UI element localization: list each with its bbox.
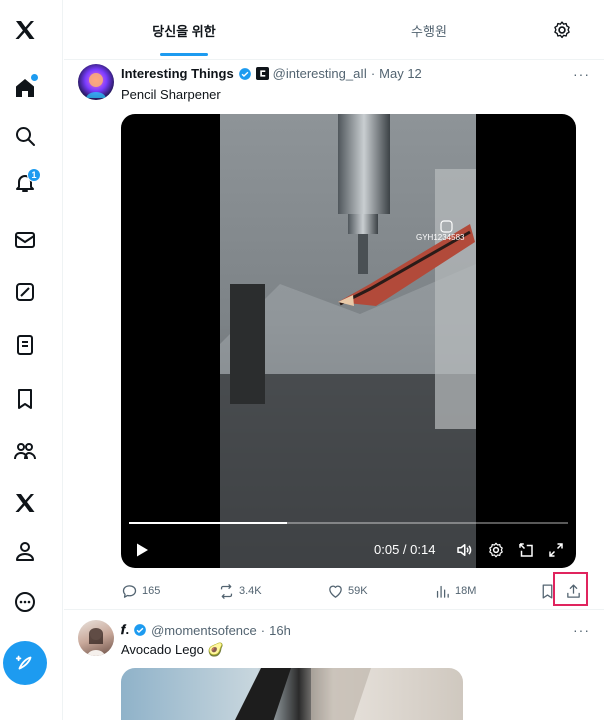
compose-icon xyxy=(15,655,32,670)
tweet-text: Pencil Sharpener xyxy=(121,87,221,102)
tab-for-you[interactable]: 당신을 위한 xyxy=(124,0,244,60)
handle[interactable]: @interesting_aIl xyxy=(273,66,367,81)
lists-icon[interactable] xyxy=(7,327,43,363)
tab-following[interactable]: 수행원 xyxy=(364,0,494,60)
views-button[interactable]: 18M xyxy=(434,578,476,604)
more-icon[interactable] xyxy=(7,584,43,620)
volume-icon[interactable] xyxy=(455,540,473,560)
compose-post-button[interactable] xyxy=(3,641,47,685)
active-tab-indicator xyxy=(160,53,208,56)
video-time: 0:05 / 0:14 xyxy=(374,542,436,557)
bookmarks-icon[interactable] xyxy=(7,381,43,417)
heart-icon xyxy=(329,585,342,598)
timeline-tabs: 당신을 위한 수행원 xyxy=(64,0,604,60)
verified-badge-icon xyxy=(238,67,251,80)
picture-in-picture-icon[interactable] xyxy=(517,540,535,560)
video-watermark: GYH1234583 xyxy=(416,233,465,242)
tweet-header: Interesting Things @interesting_aIl · Ma… xyxy=(121,66,588,81)
more-options-icon[interactable]: ··· xyxy=(573,66,590,82)
like-count: 59K xyxy=(348,585,368,597)
tweet-actions: 165 3.4K 59K 18M xyxy=(121,578,591,604)
repost-icon xyxy=(220,583,233,599)
tab-label: 당신을 위한 xyxy=(152,23,216,39)
reply-button[interactable]: 165 xyxy=(121,578,160,604)
repost-count: 3.4K xyxy=(239,585,262,597)
display-name[interactable]: 𝒇. xyxy=(121,622,129,638)
video-frame: GYH1234583 xyxy=(220,114,476,568)
timeline: 당신을 위한 수행원 Interesting Things @interesti… xyxy=(64,0,604,720)
tweet[interactable]: 𝒇. @momentsofence · 16h ··· Avocado Lego… xyxy=(64,610,604,720)
timestamp[interactable]: 16h xyxy=(269,623,291,638)
avatar[interactable] xyxy=(78,620,114,656)
video-player[interactable]: GYH1234583 0:05 / 0:14 xyxy=(121,114,576,568)
communities-icon[interactable] xyxy=(7,433,43,469)
avatar[interactable] xyxy=(78,64,114,100)
reply-count: 165 xyxy=(142,585,161,597)
display-name[interactable]: Interesting Things xyxy=(121,66,234,81)
reply-icon xyxy=(122,584,137,598)
share-highlight-box xyxy=(553,572,588,606)
verified-badge-icon xyxy=(134,624,146,636)
video-progress-fill xyxy=(129,522,288,524)
repost-button[interactable]: 3.4K xyxy=(218,578,262,604)
video-progress-bar[interactable] xyxy=(129,522,568,524)
handle[interactable]: @momentsofence xyxy=(151,623,257,638)
fullscreen-icon[interactable] xyxy=(547,540,565,560)
timestamp[interactable]: May 12 xyxy=(379,66,422,81)
separator: · xyxy=(260,622,266,638)
affiliate-badge-icon xyxy=(255,67,269,80)
home-unread-dot xyxy=(31,74,38,81)
grok-icon[interactable] xyxy=(7,274,43,310)
premium-icon[interactable] xyxy=(7,485,43,521)
settings-gear-icon[interactable] xyxy=(552,20,572,40)
media-preview[interactable] xyxy=(121,668,463,720)
tweet[interactable]: Interesting Things @interesting_aIl · Ma… xyxy=(64,60,604,610)
sidebar-nav: 1 xyxy=(0,0,63,720)
video-settings-icon[interactable] xyxy=(487,540,505,560)
tweet-text: Avocado Lego 🥑 xyxy=(121,642,224,657)
profile-icon[interactable] xyxy=(7,533,43,569)
view-count: 18M xyxy=(455,585,477,597)
home-icon[interactable] xyxy=(7,70,43,106)
separator: · xyxy=(370,66,376,81)
more-options-icon[interactable]: ··· xyxy=(573,622,590,638)
notification-count-badge: 1 xyxy=(27,168,41,182)
tab-label: 수행원 xyxy=(411,23,447,39)
notifications-icon[interactable]: 1 xyxy=(7,165,43,201)
tweet-header: 𝒇. @momentsofence · 16h xyxy=(121,622,588,638)
views-chart-icon xyxy=(436,585,449,598)
play-icon[interactable] xyxy=(134,540,150,560)
search-icon[interactable] xyxy=(7,118,43,154)
like-button[interactable]: 59K xyxy=(327,578,368,604)
messages-icon[interactable] xyxy=(7,222,43,258)
x-logo-icon[interactable] xyxy=(7,12,43,48)
